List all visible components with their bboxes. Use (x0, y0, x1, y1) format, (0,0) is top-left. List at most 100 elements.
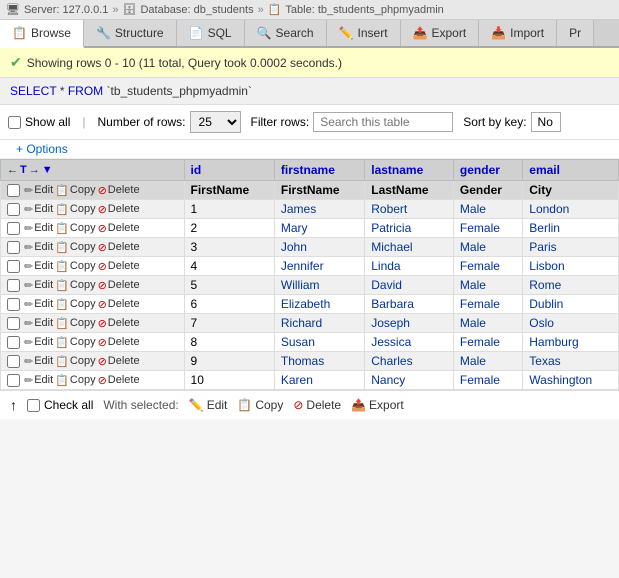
arrow-left-icon[interactable]: ← (7, 164, 18, 176)
copy-button[interactable]: 📋Copy (55, 298, 95, 311)
num-rows-select[interactable]: 25 50 100 250 500 (190, 111, 241, 133)
pencil-icon: ✏ (24, 279, 33, 292)
row-checkbox[interactable] (7, 203, 20, 216)
pencil-icon: ✏ (24, 260, 33, 273)
cell-email: Paris (523, 238, 619, 257)
cell-lastname: Barbara (365, 295, 454, 314)
sql-keyword-select: SELECT (10, 84, 56, 98)
copy-button[interactable]: 📋Copy (55, 279, 95, 292)
row-checkbox[interactable] (7, 222, 20, 235)
tab-search[interactable]: 🔍 Search (245, 20, 327, 46)
delete-button[interactable]: ⊘Delete (98, 355, 140, 368)
copy-button[interactable]: 📋Copy (55, 184, 95, 197)
edit-button[interactable]: ✏Edit (24, 336, 53, 349)
row-checkbox[interactable] (7, 260, 20, 273)
cell-id: FirstName (184, 181, 274, 200)
cell-gender: Female (453, 333, 522, 352)
row-checkbox[interactable] (7, 279, 20, 292)
delete-button[interactable]: ⊘Delete (98, 317, 140, 330)
bottom-export-button[interactable]: 📤 Export (351, 398, 404, 412)
copy-button[interactable]: 📋Copy (55, 374, 95, 387)
row-checkbox[interactable] (7, 241, 20, 254)
sort-down-icon[interactable]: ▼ (42, 164, 53, 176)
col-header-gender[interactable]: gender (453, 160, 522, 181)
tab-import[interactable]: 📥 Import (479, 20, 557, 46)
copy-button[interactable]: 📋Copy (55, 317, 95, 330)
table-row: ✏Edit 📋Copy ⊘Delete2MaryPatriciaFemaleBe… (1, 219, 619, 238)
cell-lastname: LastName (365, 181, 454, 200)
col-header-email[interactable]: email (523, 160, 619, 181)
bottom-edit-button[interactable]: ✏️ Edit (189, 398, 228, 412)
delete-button[interactable]: ⊘Delete (98, 298, 140, 311)
copy-icon: 📋 (55, 317, 69, 330)
bottom-copy-button[interactable]: 📋 Copy (237, 398, 283, 412)
action-cell-header: ✏Edit 📋Copy ⊘Delete (1, 181, 185, 200)
delete-button[interactable]: ⊘Delete (98, 241, 140, 254)
edit-button[interactable]: ✏Edit (24, 260, 53, 273)
check-all-label[interactable]: Check all (27, 398, 93, 412)
copy-button[interactable]: 📋Copy (55, 355, 95, 368)
show-all-label[interactable]: Show all (8, 115, 70, 129)
delete-button[interactable]: ⊘Delete (98, 336, 140, 349)
table-icon: 📋 (268, 3, 282, 16)
edit-button[interactable]: ✏Edit (24, 184, 53, 197)
cell-id: 8 (184, 333, 274, 352)
col-header-id[interactable]: id (184, 160, 274, 181)
delete-button[interactable]: ⊘Delete (98, 260, 140, 273)
num-rows-label: Number of rows: 25 50 100 250 500 (97, 111, 240, 133)
table-row: ✏Edit 📋Copy ⊘Delete6ElizabethBarbaraFema… (1, 295, 619, 314)
edit-button[interactable]: ✏Edit (24, 222, 53, 235)
copy-button[interactable]: 📋Copy (55, 336, 95, 349)
delete-icon: ⊘ (98, 279, 107, 292)
sort-icon[interactable]: T (20, 164, 27, 176)
edit-button[interactable]: ✏Edit (24, 374, 53, 387)
row-checkbox[interactable] (7, 355, 20, 368)
row-checkbox[interactable] (7, 298, 20, 311)
tab-insert[interactable]: ✏️ Insert (327, 20, 401, 46)
delete-button[interactable]: ⊘Delete (98, 203, 140, 216)
sort-key-input[interactable] (531, 112, 561, 132)
tab-sql[interactable]: 📄 SQL (177, 20, 245, 46)
copy-icon: 📋 (55, 260, 69, 273)
row-checkbox[interactable] (7, 336, 20, 349)
copy-button[interactable]: 📋Copy (55, 203, 95, 216)
delete-icon: ⊘ (98, 184, 107, 197)
edit-button[interactable]: ✏Edit (24, 355, 53, 368)
copy-button[interactable]: 📋Copy (55, 260, 95, 273)
copy-button[interactable]: 📋Copy (55, 222, 95, 235)
tab-structure[interactable]: 🔧 Structure (84, 20, 177, 46)
row-checkbox[interactable] (7, 184, 20, 197)
cell-email: Lisbon (523, 257, 619, 276)
delete-button[interactable]: ⊘Delete (98, 184, 140, 197)
delete-button[interactable]: ⊘Delete (98, 222, 140, 235)
divider1: | (82, 115, 85, 129)
arrow-right-icon[interactable]: → (29, 164, 40, 176)
copy-button[interactable]: 📋Copy (55, 241, 95, 254)
edit-button[interactable]: ✏Edit (24, 317, 53, 330)
col-header-firstname[interactable]: firstname (274, 160, 364, 181)
check-all-text: Check all (44, 398, 93, 412)
show-all-checkbox[interactable] (8, 116, 21, 129)
cell-firstname: William (274, 276, 364, 295)
edit-button[interactable]: ✏Edit (24, 298, 53, 311)
edit-button[interactable]: ✏Edit (24, 241, 53, 254)
search-input[interactable] (313, 112, 453, 132)
table-row: ✏Edit 📋Copy ⊘Delete3JohnMichaelMaleParis (1, 238, 619, 257)
cell-lastname: Robert (365, 200, 454, 219)
bottom-delete-button[interactable]: ⊘ Delete (293, 398, 341, 412)
check-all-checkbox[interactable] (27, 399, 40, 412)
tab-pr[interactable]: Pr (557, 20, 594, 46)
row-checkbox[interactable] (7, 317, 20, 330)
options-link[interactable]: + Options (8, 140, 76, 158)
row-checkbox[interactable] (7, 374, 20, 387)
delete-button[interactable]: ⊘Delete (98, 374, 140, 387)
edit-button[interactable]: ✏Edit (24, 279, 53, 292)
check-icon: ✔ (10, 54, 22, 71)
edit-button[interactable]: ✏Edit (24, 203, 53, 216)
cell-email: Dublin (523, 295, 619, 314)
tab-browse[interactable]: 📋 Browse (0, 20, 84, 48)
col-header-lastname[interactable]: lastname (365, 160, 454, 181)
tab-export[interactable]: 📤 Export (401, 20, 480, 46)
delete-button[interactable]: ⊘Delete (98, 279, 140, 292)
pencil-icon: ✏ (24, 355, 33, 368)
